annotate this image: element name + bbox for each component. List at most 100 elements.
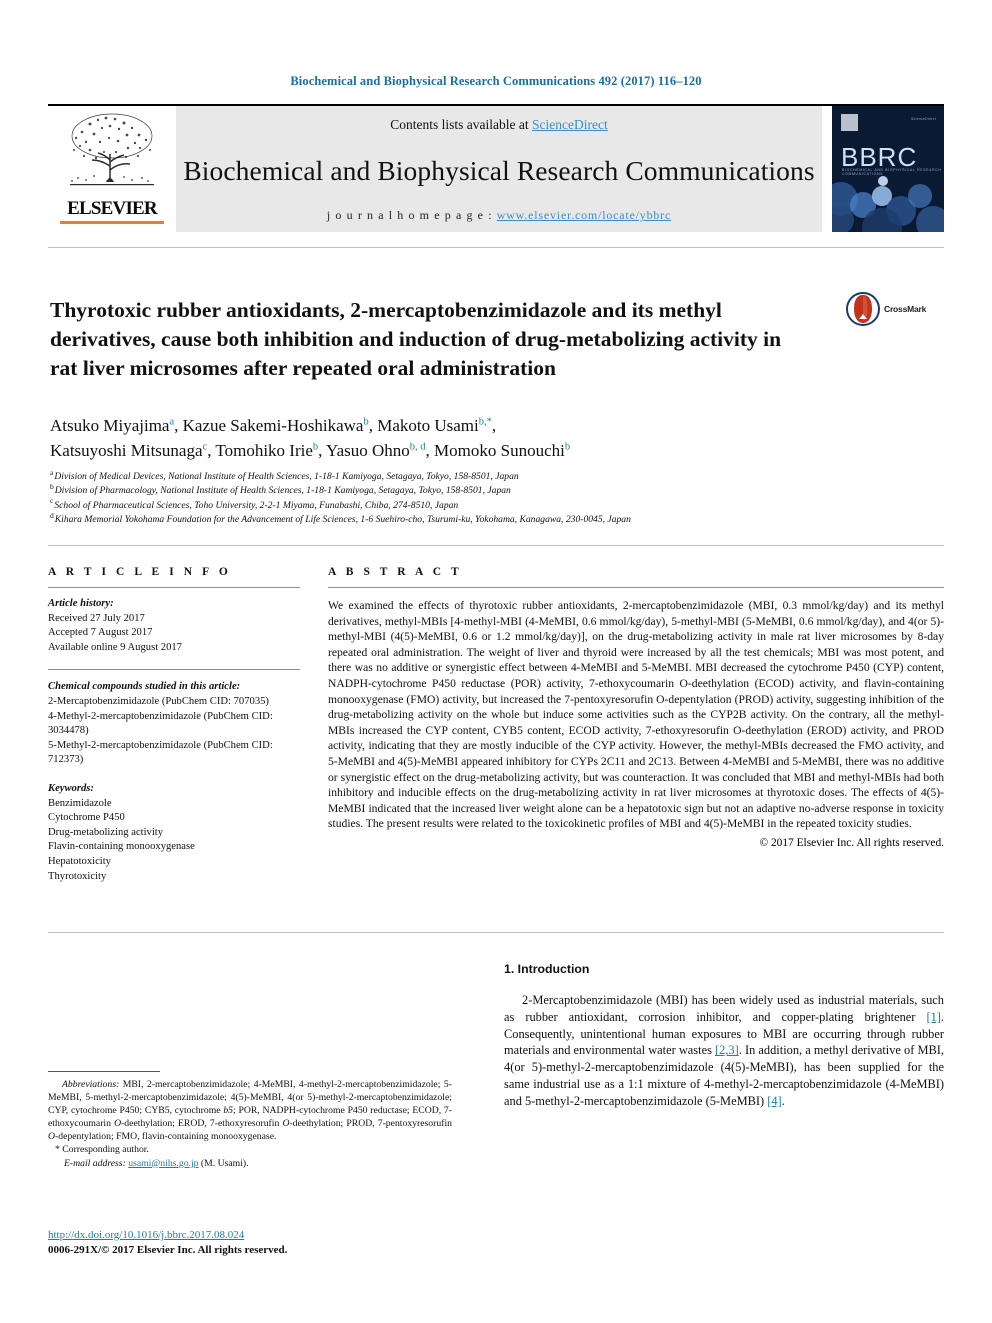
corresponding-author-note: * Corresponding author. xyxy=(48,1143,452,1156)
history-item: Available online 9 August 2017 xyxy=(48,641,182,653)
journal-homepage-line: j o u r n a l h o m e p a g e : www.else… xyxy=(327,208,671,223)
elsevier-wordmark: ELSEVIER xyxy=(67,198,158,219)
keyword-item: Cytochrome P450 xyxy=(48,812,125,824)
journal-title: Biochemical and Biophysical Research Com… xyxy=(183,154,815,186)
crossmark-badge[interactable]: CrossMark xyxy=(846,285,942,333)
abbreviations-text-4: -deethylation; PROD, 7-pentoxyresorufin xyxy=(289,1118,452,1130)
email-label: E-mail address: xyxy=(64,1157,126,1169)
abstract-text: We examined the effects of thyrotoxic ru… xyxy=(328,599,944,831)
reference-link-1[interactable]: [1] xyxy=(926,1010,940,1024)
affiliation-text: Kihara Memorial Yokohama Foundation for … xyxy=(54,513,631,525)
footnote-divider xyxy=(48,1071,160,1072)
abbrev-o-italic-3: O xyxy=(48,1131,55,1143)
page-title: Thyrotoxic rubber antioxidants, 2-mercap… xyxy=(50,298,782,381)
affiliation-text: Division of Pharmacology, National Insti… xyxy=(54,485,511,497)
affiliation-text: Division of Medical Devices, National In… xyxy=(54,471,519,482)
copyright-line: © 2017 Elsevier Inc. All rights reserved… xyxy=(759,836,944,849)
journal-cover-thumbnail: ScienceDirect BBRC BIOCHEMICAL AND BIOPH… xyxy=(832,106,944,232)
article-history-label: Article history: xyxy=(48,598,114,609)
keyword-item: Hepatotoxicity xyxy=(48,855,111,867)
journal-band: Contents lists available at ScienceDirec… xyxy=(176,106,822,232)
cover-subtitle: BIOCHEMICAL AND BIOPHYSICAL RESEARCH COM… xyxy=(842,168,942,176)
author-item: Tomohiko Irieb xyxy=(215,441,318,460)
author-affil-mark: b, d xyxy=(409,441,426,453)
contents-available-line: Contents lists available at ScienceDirec… xyxy=(390,117,607,133)
corresponding-author-mark: ,* xyxy=(483,416,492,428)
elsevier-logo: ELSEVIER xyxy=(48,106,176,232)
affiliation-mark: d xyxy=(50,510,54,520)
abstract-rule xyxy=(328,587,944,588)
author-name: Momoko Sunouchi xyxy=(434,441,565,460)
email-suffix: (M. Usami). xyxy=(198,1157,249,1169)
abbreviations-text-5: -depentylation; FMO, flavin-containing m… xyxy=(55,1131,277,1143)
author-name: Kazue Sakemi-Hoshikawa xyxy=(182,416,364,435)
keyword-item: Thyrotoxicity xyxy=(48,870,107,882)
cover-corner-label: ScienceDirect xyxy=(911,117,936,121)
journal-article-page: Biochemical and Biophysical Research Com… xyxy=(0,0,992,1323)
homepage-prefix: j o u r n a l h o m e p a g e : xyxy=(326,208,497,222)
title-divider xyxy=(48,247,944,248)
elsevier-orange-bar xyxy=(60,221,164,224)
author-item: Kazue Sakemi-Hoshikawab xyxy=(183,416,369,435)
compound-item: 2-Mercaptobenzimidazole (PubChem CID: 70… xyxy=(48,695,269,707)
abbreviations-note: Abbreviations: MBI, 2-mercaptobenzimidaz… xyxy=(48,1078,452,1143)
author-item: Yasuo Ohnob, d xyxy=(326,441,426,460)
affiliation-mark: b xyxy=(50,482,54,492)
abstract-column: A B S T R A C T We examined the effects … xyxy=(328,566,944,849)
author-item: Momoko Sunouchib xyxy=(434,441,570,460)
article-history-block: Article history: Received 27 July 2017 A… xyxy=(48,597,300,655)
keyword-item: Benzimidazole xyxy=(48,797,112,809)
affiliation-item: cSchool of Pharmaceutical Sciences, Toho… xyxy=(50,496,930,513)
email-note: E-mail address: usami@nihs.go.jp (M. Usa… xyxy=(48,1157,452,1170)
chemical-compounds-label: Chemical compounds studied in this artic… xyxy=(48,681,241,693)
keyword-item: Flavin-containing monooxygenase xyxy=(48,841,195,853)
author-affil-mark: c xyxy=(202,441,208,453)
introduction-section: 1. Introduction 2-Mercaptobenzimidazole … xyxy=(504,962,944,1122)
affiliation-mark: c xyxy=(50,496,54,506)
keyword-item: Drug-metabolizing activity xyxy=(48,826,164,838)
article-info-rule xyxy=(48,587,300,588)
doi-block: http://dx.doi.org/10.1016/j.bbrc.2017.08… xyxy=(48,1228,468,1258)
affiliation-item: aDivision of Medical Devices, National I… xyxy=(50,467,930,484)
intro-text-a: 2-Mercaptobenzimidazole (MBI) has been w… xyxy=(504,993,944,1024)
reference-link-2[interactable]: [2,3] xyxy=(715,1043,739,1057)
doi-link[interactable]: http://dx.doi.org/10.1016/j.bbrc.2017.08… xyxy=(48,1229,244,1241)
elsevier-tree-icon xyxy=(70,113,154,186)
abbreviations-label: Abbreviations: xyxy=(62,1079,120,1090)
article-info-column: A R T I C L E I N F O Article history: R… xyxy=(48,566,300,884)
affiliation-item: dKihara Memorial Yokohama Foundation for… xyxy=(50,510,930,527)
abbreviations-text-3: -deethylation; EROD, 7-ethoxyresorufin xyxy=(121,1118,283,1130)
running-head: Biochemical and Biophysical Research Com… xyxy=(290,74,702,88)
affiliation-list: aDivision of Medical Devices, National I… xyxy=(50,467,930,527)
author-name: Atsuko Miyajima xyxy=(50,416,170,435)
journal-homepage-link[interactable]: www.elsevier.com/locate/ybbrc xyxy=(497,208,671,222)
keywords-label: Keywords: xyxy=(48,782,94,794)
author-item: Atsuko Miyajimaa xyxy=(50,416,174,435)
author-name: Makoto Usami xyxy=(377,416,479,435)
email-link[interactable]: usami@nihs.go.jp xyxy=(128,1158,198,1169)
sciencedirect-link[interactable]: ScienceDirect xyxy=(532,117,608,132)
issn-copyright-line: 0006-291X/© 2017 Elsevier Inc. All right… xyxy=(48,1244,288,1256)
abbrev-b5-italic: b5 xyxy=(223,1105,233,1117)
introduction-heading: 1. Introduction xyxy=(504,962,590,976)
article-info-heading: A R T I C L E I N F O xyxy=(48,566,232,578)
author-name: Tomohiko Irie xyxy=(215,441,313,460)
body-section-divider xyxy=(48,932,944,933)
affiliation-mark: a xyxy=(50,467,54,477)
corresponding-author-text: Corresponding author. xyxy=(62,1144,149,1156)
intro-text-d: . xyxy=(781,1093,785,1108)
crossmark-icon xyxy=(846,292,880,326)
journal-masthead: ELSEVIER Contents lists available at Sci… xyxy=(48,104,944,232)
author-item: Katsuyoshi Mitsunagac xyxy=(50,441,207,460)
reference-link-3[interactable]: [4] xyxy=(767,1094,781,1108)
history-item: Accepted 7 August 2017 xyxy=(48,627,153,639)
author-affil-mark: b xyxy=(564,441,571,453)
affiliation-text: School of Pharmaceutical Sciences, Toho … xyxy=(54,499,459,511)
contents-prefix: Contents lists available at xyxy=(390,117,532,132)
author-name: Yasuo Ohno xyxy=(326,441,410,460)
compound-item: 5-Methyl-2-mercaptobenzimidazole (PubChe… xyxy=(48,739,273,766)
author-affil-mark: b xyxy=(312,441,319,453)
crossmark-label: CrossMark xyxy=(884,304,927,314)
abstract-section-divider xyxy=(48,545,944,546)
